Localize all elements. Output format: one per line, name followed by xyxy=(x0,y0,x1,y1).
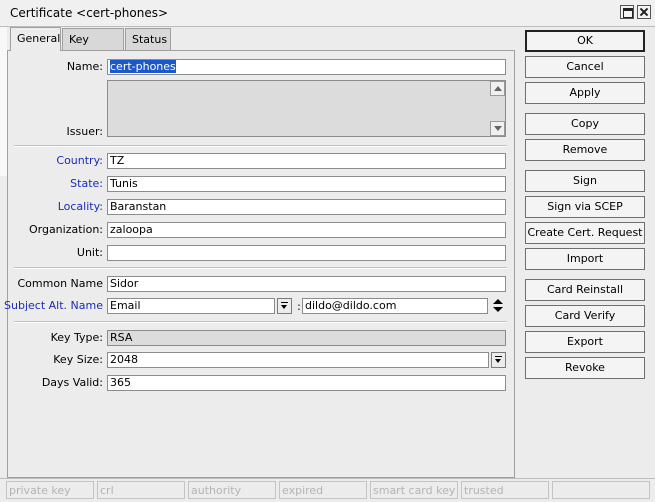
close-icon[interactable] xyxy=(637,5,651,19)
title-bar: Certificate <cert-phones> xyxy=(0,0,655,27)
unit-label: Unit: xyxy=(76,246,103,259)
country-input[interactable]: TZ xyxy=(107,153,506,169)
organization-input[interactable]: zaloopa xyxy=(107,222,506,238)
country-label[interactable]: Country: xyxy=(3,153,103,169)
tab-general[interactable]: General xyxy=(10,27,61,51)
key-type-label: Key Type: xyxy=(50,331,103,344)
subject-alt-name-input[interactable]: dildo@dildo.com xyxy=(302,298,488,314)
scroll-down-icon[interactable] xyxy=(490,121,505,136)
dropdown-icon[interactable] xyxy=(277,298,292,314)
common-name-input[interactable]: Sidor xyxy=(107,276,506,292)
status-smart-card-key: smart card key xyxy=(370,481,458,499)
revoke-button[interactable]: Revoke xyxy=(525,357,645,379)
state-input[interactable]: Tunis xyxy=(107,176,506,192)
name-value: cert-phones xyxy=(110,60,176,73)
status-trusted: trusted xyxy=(461,481,549,499)
apply-button[interactable]: Apply xyxy=(525,82,645,104)
status-expired: expired xyxy=(279,481,367,499)
window-title: Certificate <cert-phones> xyxy=(10,6,169,20)
status-authority: authority xyxy=(188,481,276,499)
status-empty xyxy=(552,481,650,499)
sign-button[interactable]: Sign xyxy=(525,170,645,192)
organization-label: Organization: xyxy=(28,223,103,236)
dropdown-icon[interactable] xyxy=(491,352,506,368)
key-type-field: RSA xyxy=(107,330,506,346)
separator xyxy=(14,321,507,323)
days-valid-label: Days Valid: xyxy=(41,376,103,389)
import-button[interactable]: Import xyxy=(525,248,645,270)
separator xyxy=(14,267,507,269)
copy-button[interactable]: Copy xyxy=(525,113,645,135)
card-reinstall-button[interactable]: Card Reinstall xyxy=(525,279,645,301)
issuer-field xyxy=(107,80,506,137)
status-private-key: private key xyxy=(6,481,94,499)
sign-via-scep-button[interactable]: Sign via SCEP xyxy=(525,196,645,218)
state-label[interactable]: State: xyxy=(3,176,103,192)
scroll-up-icon[interactable] xyxy=(490,81,505,96)
export-button[interactable]: Export xyxy=(525,331,645,353)
key-size-label: Key Size: xyxy=(53,353,103,366)
name-input[interactable]: cert-phones xyxy=(107,59,506,75)
unit-input[interactable] xyxy=(107,245,506,261)
cancel-button[interactable]: Cancel xyxy=(525,56,645,78)
create-cert-request-button[interactable]: Create Cert. Request xyxy=(525,222,645,244)
subject-alt-name-type-select[interactable]: Email xyxy=(107,298,275,314)
days-valid-input[interactable]: 365 xyxy=(107,375,506,391)
tab-key-usage[interactable]: Key Usage xyxy=(62,28,124,68)
separator xyxy=(14,145,507,147)
card-verify-button[interactable]: Card Verify xyxy=(525,305,645,327)
issuer-label: Issuer: xyxy=(66,125,103,138)
key-size-select[interactable]: 2048 xyxy=(107,352,489,368)
subject-alt-name-label[interactable]: Subject Alt. Name xyxy=(3,298,103,314)
locality-label[interactable]: Locality: xyxy=(3,199,103,215)
updown-icon[interactable] xyxy=(493,299,503,313)
maximize-icon[interactable] xyxy=(620,5,634,19)
tab-status[interactable]: Status xyxy=(125,28,171,50)
ok-button[interactable]: OK xyxy=(525,30,645,52)
locality-input[interactable]: Baranstan xyxy=(107,199,506,215)
status-crl: crl xyxy=(97,481,185,499)
remove-button[interactable]: Remove xyxy=(525,139,645,161)
name-label: Name: xyxy=(66,60,103,73)
status-bar: private key crl authority expired smart … xyxy=(0,478,655,502)
common-name-label: Common Name xyxy=(17,277,104,290)
